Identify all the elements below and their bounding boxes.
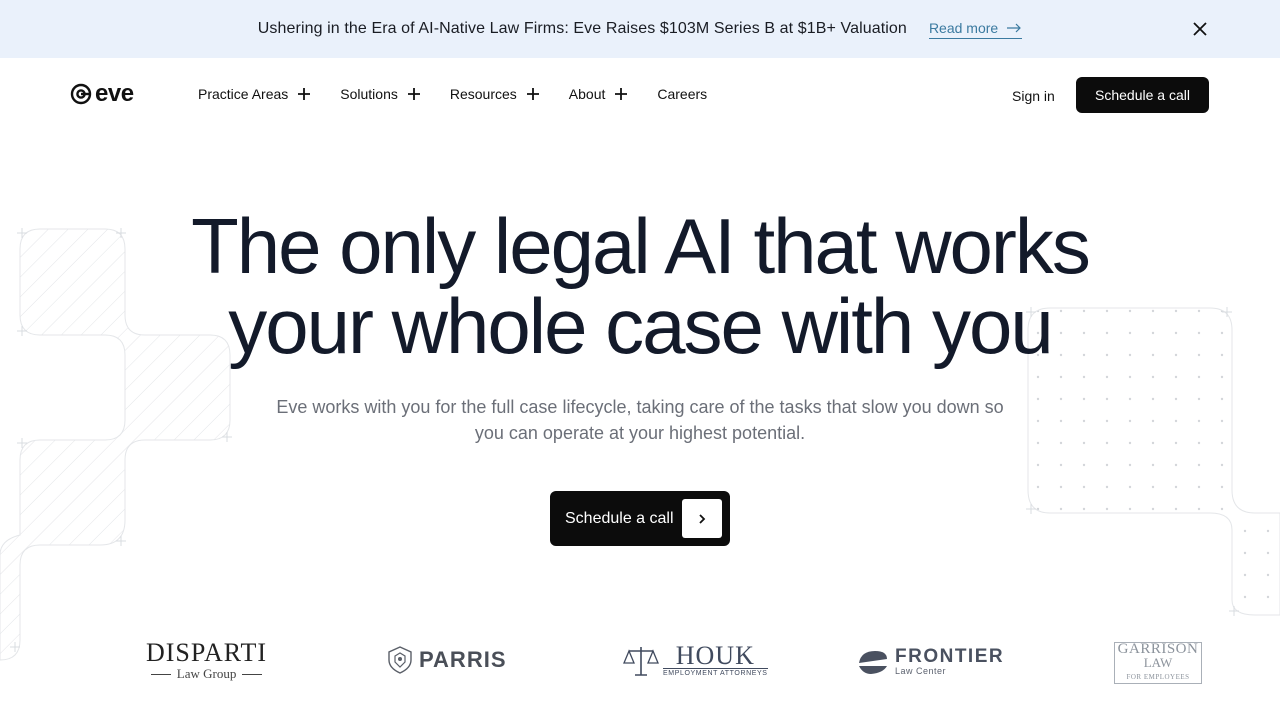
frontier-logo: FRONTIER Law Center — [857, 646, 1005, 676]
nav-label: Solutions — [340, 86, 398, 102]
hero-title-line1: The only legal AI that works — [191, 202, 1091, 290]
parris-logo: PARRIS — [387, 646, 507, 674]
close-icon[interactable] — [1190, 19, 1210, 39]
nav-label: Resources — [449, 86, 517, 102]
disparti-sub: Law Group — [151, 666, 263, 682]
nav-solutions[interactable]: Solutions — [340, 86, 420, 102]
logo-text: eve — [95, 80, 134, 107]
frontier-sub: Law Center — [895, 666, 947, 676]
disparti-logo: DISPARTI Law Group — [146, 640, 267, 682]
hero-subtitle-line1: Eve works with you for the full case lif… — [276, 397, 1004, 417]
hero-title-line2: your whole case with you — [228, 282, 1053, 370]
parris-name: PARRIS — [419, 647, 507, 672]
read-more-link[interactable]: Read more — [928, 19, 1023, 39]
nav-practice-areas[interactable]: Practice Areas — [198, 86, 311, 102]
garrison-logo: GARRISON LAW FOR EMPLOYEES — [1114, 642, 1202, 684]
plus-icon — [407, 88, 420, 100]
main-nav: Practice Areas Solutions Resources About… — [198, 86, 707, 102]
frontier-name: FRONTIER — [895, 646, 1005, 667]
site-header: eve Practice Areas Solutions Resources A… — [0, 58, 1280, 132]
lion-crest-icon — [388, 646, 412, 674]
nav-label: About — [568, 86, 606, 102]
hero-subtitle: Eve works with you for the full case lif… — [240, 394, 1040, 446]
nav-careers[interactable]: Careers — [657, 86, 707, 102]
scales-icon — [623, 646, 659, 676]
plus-icon — [298, 88, 311, 100]
houk-sub: EMPLOYMENT ATTORNEYS — [663, 668, 768, 677]
sign-in-link[interactable]: Sign in — [1012, 88, 1055, 104]
eve-logo[interactable]: eve — [70, 82, 134, 106]
nav-label: Practice Areas — [198, 86, 289, 102]
banner-text: Ushering in the Era of AI-Native Law Fir… — [257, 20, 907, 37]
hero-title: The only legal AI that works your whole … — [0, 206, 1280, 366]
garrison-name: GARRISON — [1117, 641, 1199, 657]
chevron-right-icon — [682, 499, 722, 538]
hero-schedule-call-button[interactable]: Schedule a call — [550, 491, 730, 546]
hero-cta-label: Schedule a call — [565, 509, 674, 527]
frontier-emblem-icon — [859, 651, 887, 674]
eve-logo-icon — [70, 83, 92, 105]
plus-icon — [526, 88, 539, 100]
client-logos: DISPARTI Law Group PARRIS HOUK EMPLOYMEN… — [0, 630, 1280, 700]
nav-resources[interactable]: Resources — [450, 86, 539, 102]
arrow-right-icon — [1007, 23, 1022, 32]
nav-label: Careers — [657, 86, 708, 102]
announcement-banner: Ushering in the Era of AI-Native Law Fir… — [0, 0, 1280, 58]
garrison-law: LAW — [1143, 655, 1173, 670]
garrison-sub: FOR EMPLOYEES — [1126, 673, 1190, 681]
read-more-label: Read more — [928, 19, 999, 36]
houk-logo: HOUK EMPLOYMENT ATTORNEYS — [623, 641, 768, 677]
plus-icon — [615, 88, 628, 100]
hero-subtitle-line2: you can operate at your highest potentia… — [474, 423, 806, 443]
nav-about[interactable]: About — [569, 86, 628, 102]
disparti-name: DISPARTI — [146, 638, 268, 667]
schedule-call-button[interactable]: Schedule a call — [1076, 77, 1209, 113]
houk-name: HOUK — [675, 641, 755, 670]
